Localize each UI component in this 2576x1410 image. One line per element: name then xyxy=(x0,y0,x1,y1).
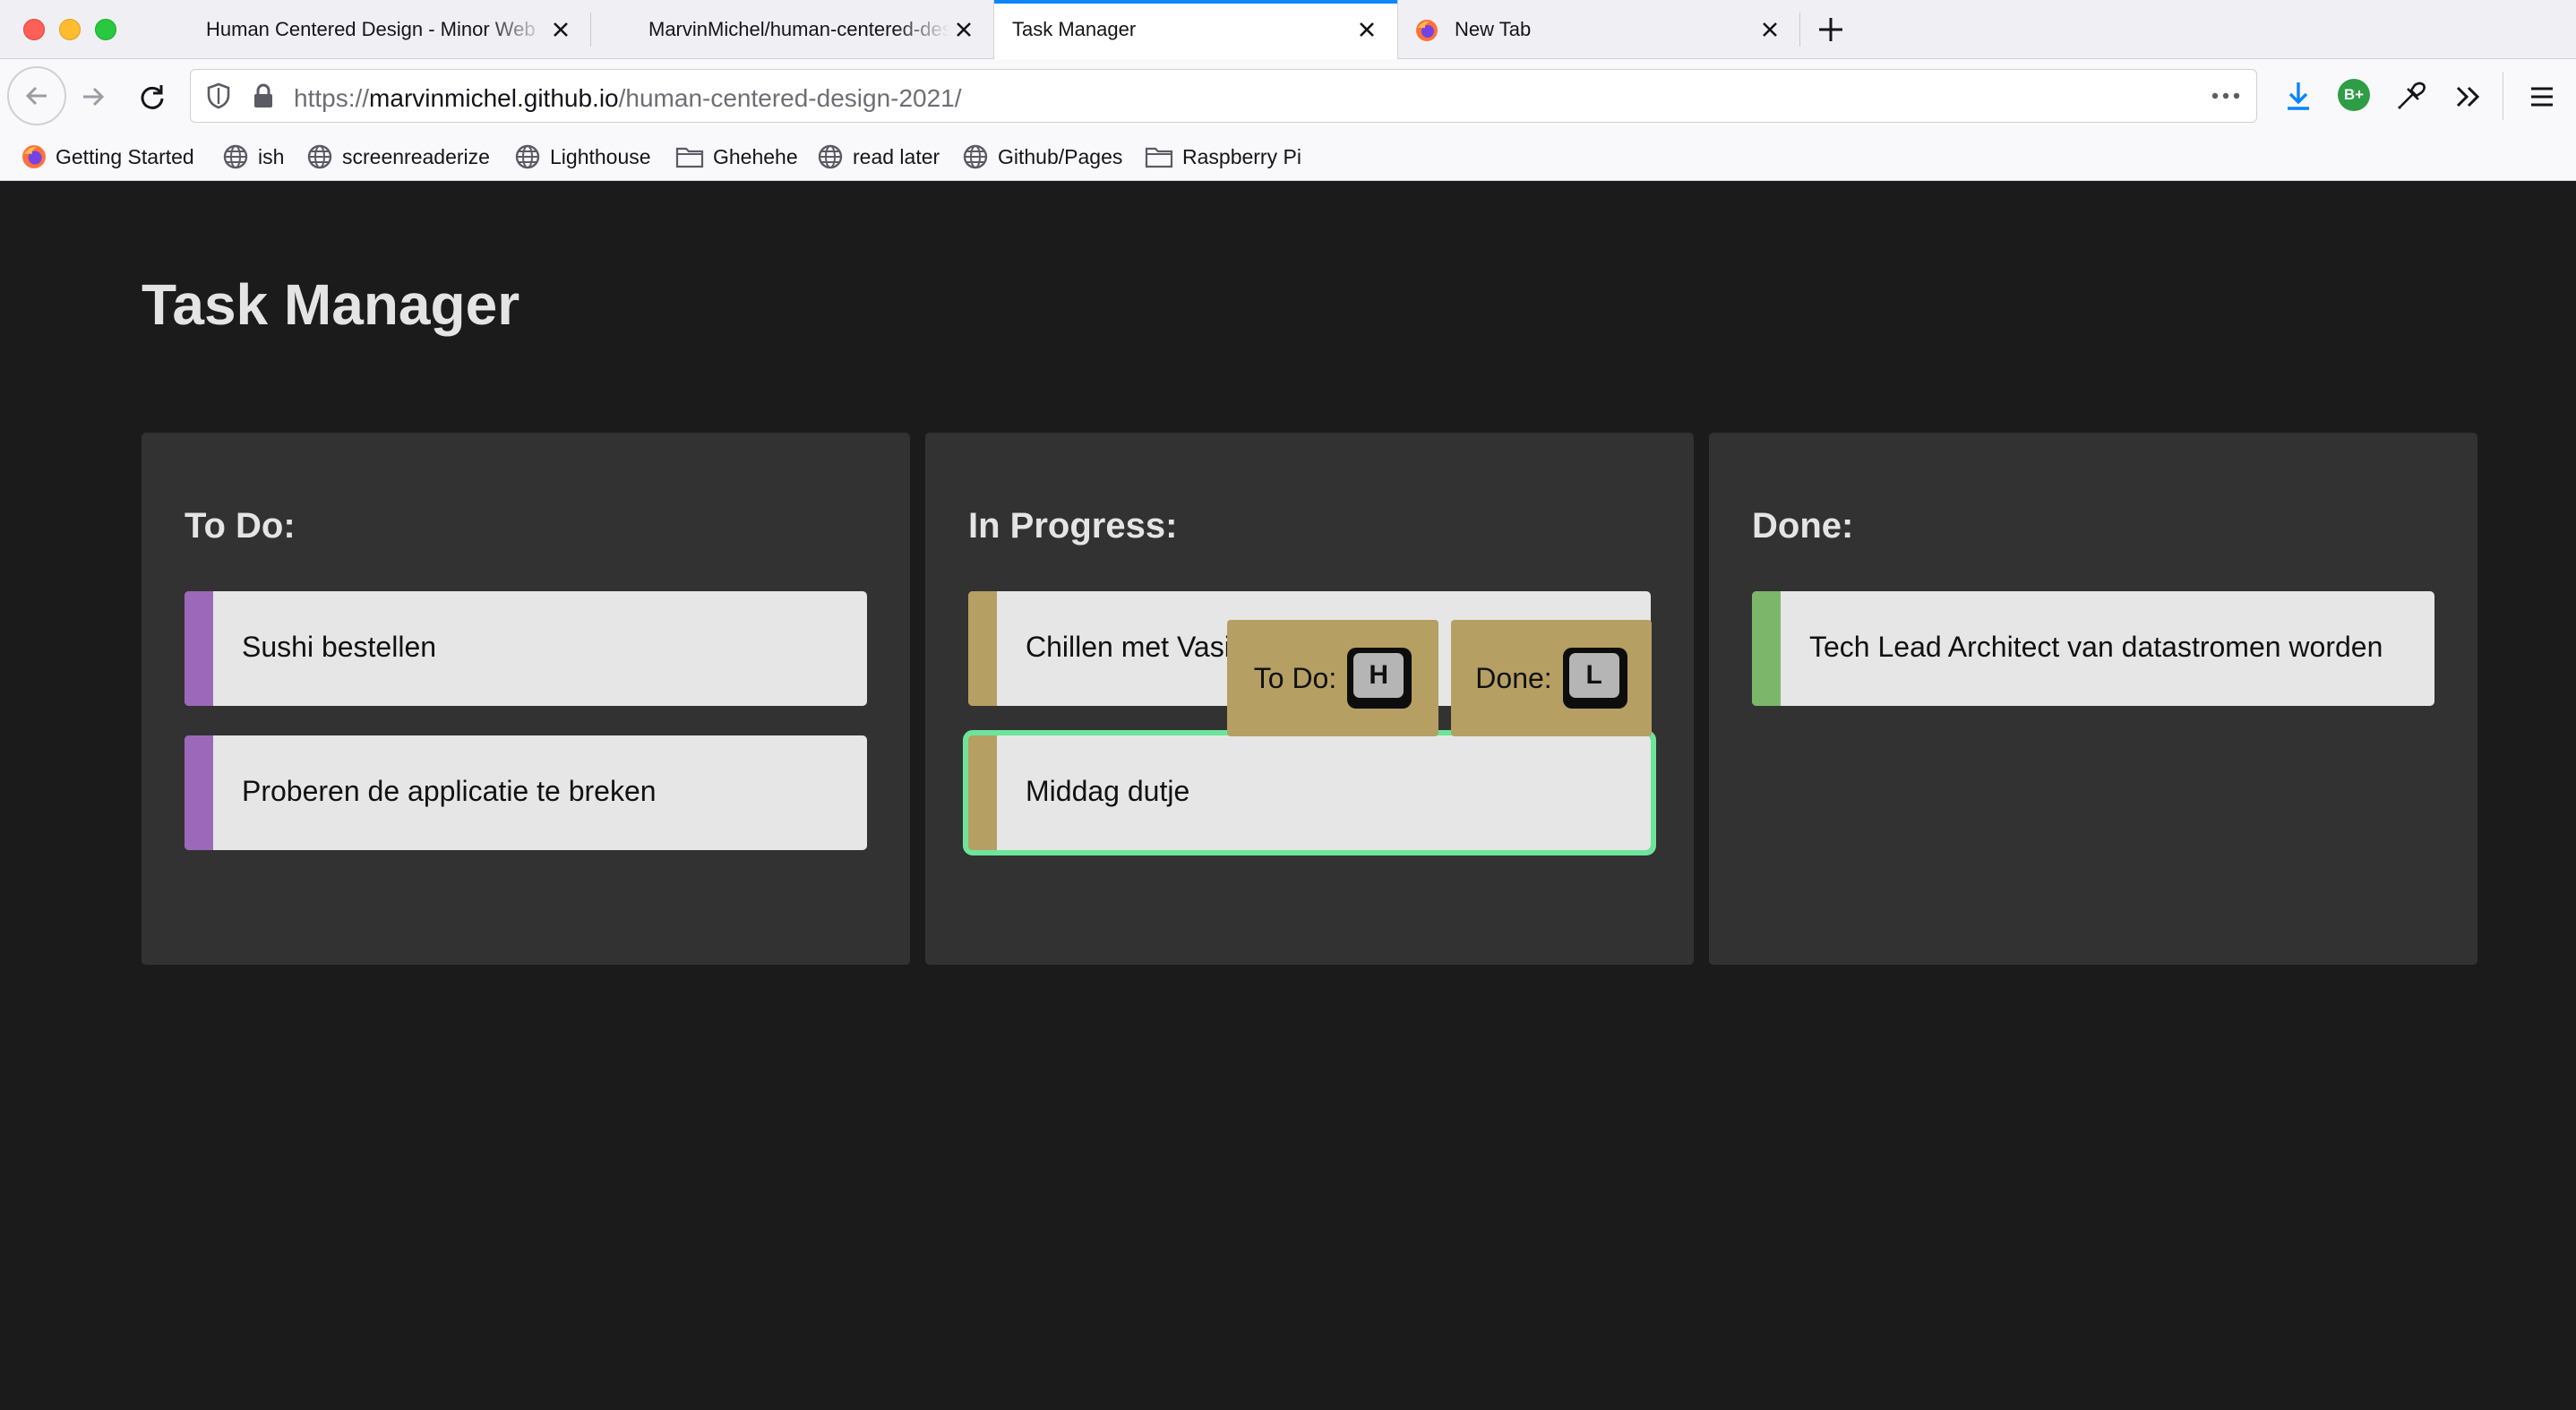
column-title: Done: xyxy=(1752,506,1854,546)
bookmark-folder-ghehehe[interactable]: Ghehehe xyxy=(675,143,798,170)
task-card-focused[interactable]: Middag dutje xyxy=(963,730,1656,855)
move-target-label: Done: xyxy=(1475,661,1552,694)
bookmark-github-pages[interactable]: Github/Pages xyxy=(962,143,1122,170)
tab-new-tab[interactable]: New Tab xyxy=(1397,0,1800,59)
page-title: Task Manager xyxy=(142,272,520,337)
hamburger-menu-icon[interactable] xyxy=(2524,79,2560,115)
task-label: Proberen de applicatie te breken xyxy=(242,775,657,807)
overflow-chevron-icon[interactable] xyxy=(2451,79,2486,115)
tracking-shield-icon[interactable] xyxy=(203,81,234,111)
tab-human-centered-design[interactable]: Human Centered Design - Minor Web xyxy=(188,0,591,59)
tab-marvinmichel-repo[interactable]: MarvinMichel/human-centered-design-2021 xyxy=(591,0,994,59)
eyedropper-extension-icon[interactable] xyxy=(2393,77,2429,115)
bookmark-getting-started[interactable]: Getting Started xyxy=(21,143,194,170)
zoom-window-button[interactable] xyxy=(95,19,116,40)
tab-title: New Tab xyxy=(1455,18,1532,40)
bookmark-folder-raspberry-pi[interactable]: Raspberry Pi xyxy=(1145,143,1301,170)
task-color-stripe xyxy=(185,735,213,850)
move-to-done-button[interactable]: Done: L xyxy=(1451,620,1652,736)
tab-title: Task Manager xyxy=(1012,18,1137,40)
task-color-stripe xyxy=(968,735,997,850)
forward-arrow-icon[interactable] xyxy=(75,79,111,115)
close-tab-icon[interactable] xyxy=(1354,17,1379,42)
bookmark-lighthouse[interactable]: Lighthouse xyxy=(514,143,651,170)
task-color-stripe xyxy=(185,591,213,706)
folder-icon xyxy=(1145,147,1173,168)
folder-icon xyxy=(675,147,704,168)
globe-icon xyxy=(963,144,988,169)
firefox-icon xyxy=(1415,19,1438,42)
close-tab-icon[interactable] xyxy=(548,17,573,42)
close-tab-icon[interactable] xyxy=(951,17,976,42)
globe-icon xyxy=(818,144,843,169)
firefox-icon xyxy=(22,145,46,168)
browser-tab-bar: Human Centered Design - Minor Web Marvin… xyxy=(0,0,2576,59)
task-card[interactable]: Tech Lead Architect van datastromen word… xyxy=(1752,591,2434,706)
extension-badge-icon[interactable]: B+ xyxy=(2338,79,2370,111)
globe-icon xyxy=(515,144,540,169)
url-text: https://marvinmichel.github.io/human-cen… xyxy=(294,84,962,112)
page-content: Task Manager To Do: Sushi bestellen Prob… xyxy=(0,182,2576,1410)
new-tab-plus-icon[interactable] xyxy=(1815,13,1847,46)
bookmark-screenreaderize[interactable]: screenreaderize xyxy=(306,143,490,170)
task-color-stripe xyxy=(968,591,997,706)
tab-title: MarvinMichel/human-centered-design-2021 xyxy=(648,18,949,40)
task-card[interactable]: Proberen de applicatie te breken xyxy=(185,735,867,850)
globe-icon xyxy=(307,144,332,169)
navigation-toolbar: https://marvinmichel.github.io/human-cen… xyxy=(0,59,2576,133)
column-todo: To Do: Sushi bestellen Proberen de appli… xyxy=(142,433,910,965)
address-bar[interactable]: https://marvinmichel.github.io/human-cen… xyxy=(190,69,2257,123)
reload-icon[interactable] xyxy=(134,79,170,115)
column-title: To Do: xyxy=(185,506,296,546)
globe-icon xyxy=(223,144,248,169)
page-actions-more-icon[interactable] xyxy=(2208,82,2244,109)
task-label: Tech Lead Architect van datastromen word… xyxy=(1809,631,2383,663)
bookmark-ish[interactable]: ish xyxy=(222,143,284,170)
bookmark-read-later[interactable]: read later xyxy=(817,143,940,170)
lock-icon[interactable] xyxy=(248,81,279,111)
close-window-button[interactable] xyxy=(23,19,45,40)
tab-title: Human Centered Design - Minor Web xyxy=(206,18,536,40)
task-label: Chillen met Vasilis xyxy=(1026,631,1258,663)
move-target-label: To Do: xyxy=(1253,661,1337,694)
task-label: Middag dutje xyxy=(1026,775,1190,807)
task-card[interactable]: Sushi bestellen xyxy=(185,591,867,706)
back-button[interactable] xyxy=(7,66,66,125)
keyboard-key-icon: L xyxy=(1562,648,1627,709)
move-to-todo-button[interactable]: To Do: H xyxy=(1227,620,1438,736)
column-title: In Progress: xyxy=(968,506,1178,546)
bookmarks-toolbar: Getting Started ish screenreaderize Ligh… xyxy=(0,133,2576,181)
downloads-icon[interactable] xyxy=(2280,77,2316,115)
column-done: Done: Tech Lead Architect van datastrome… xyxy=(1709,433,2477,965)
minimize-window-button[interactable] xyxy=(59,19,81,40)
tab-task-manager[interactable]: Task Manager xyxy=(994,0,1397,59)
task-color-stripe xyxy=(1752,591,1781,706)
keyboard-key-icon: H xyxy=(1347,648,1413,709)
task-label: Sushi bestellen xyxy=(242,631,437,663)
close-tab-icon[interactable] xyxy=(1757,17,1782,42)
